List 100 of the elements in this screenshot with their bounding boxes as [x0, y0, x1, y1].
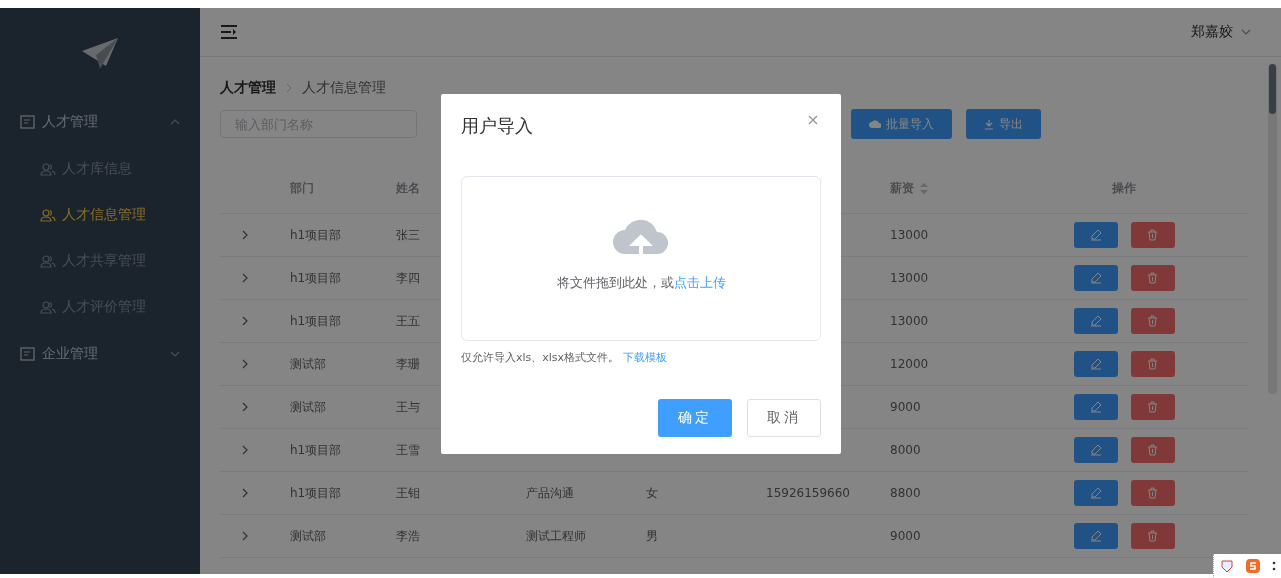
- edit-button[interactable]: [1073, 351, 1118, 377]
- confirm-button[interactable]: 确定: [658, 399, 732, 437]
- table-cell: 8000: [890, 443, 921, 457]
- trash-icon: [1147, 358, 1158, 370]
- menu-item[interactable]: 企业管理: [0, 330, 200, 378]
- table-cell: 张三: [396, 226, 420, 244]
- table-cell: 8800: [890, 486, 921, 500]
- caret-icon: [170, 119, 180, 125]
- edit-button[interactable]: [1073, 308, 1118, 334]
- dialog-title: 用户导入: [461, 114, 533, 138]
- table-cell: 测试部: [290, 355, 326, 373]
- cancel-button[interactable]: 取消: [747, 399, 821, 437]
- folder-icon: [20, 346, 36, 362]
- breadcrumb-item: 人才信息管理: [302, 79, 386, 97]
- table-cell: 李浩: [396, 527, 420, 545]
- table-cell: 测试部: [290, 398, 326, 416]
- import-button[interactable]: 批量导入: [851, 109, 952, 139]
- pencil-icon: [1089, 487, 1102, 499]
- delete-button[interactable]: [1130, 480, 1175, 506]
- folder-icon: [20, 114, 36, 130]
- expand-icon[interactable]: [242, 402, 248, 412]
- submenu-item[interactable]: 人才信息管理: [0, 192, 200, 238]
- user-group-icon: [40, 254, 56, 268]
- delete-button[interactable]: [1130, 351, 1175, 377]
- trash-icon: [1147, 229, 1158, 241]
- pencil-icon: [1089, 272, 1102, 284]
- pencil-icon: [1089, 358, 1102, 370]
- expand-icon[interactable]: [242, 316, 248, 326]
- caret-icon: [1241, 29, 1251, 35]
- table-cell: 李珊: [396, 355, 420, 373]
- table-cell: h1项目部: [290, 269, 342, 287]
- table-cell: h1项目部: [290, 312, 342, 330]
- pencil-icon: [1089, 444, 1102, 456]
- table-cell: 李四: [396, 269, 420, 287]
- upload-link[interactable]: 点击上传: [673, 274, 726, 290]
- table-cell: 产品沟通: [526, 484, 574, 502]
- column-header: 薪资: [890, 179, 914, 197]
- column-header: 部门: [290, 179, 314, 197]
- table-cell: 测试部: [290, 527, 326, 545]
- expand-icon[interactable]: [242, 488, 248, 498]
- expand-icon[interactable]: [242, 230, 248, 240]
- table-cell: 测试工程师: [526, 527, 586, 545]
- expand-icon[interactable]: [242, 531, 248, 541]
- input-method-icon[interactable]: [1244, 558, 1261, 574]
- menu-icon[interactable]: [220, 25, 238, 39]
- expand-icon[interactable]: [242, 273, 248, 283]
- edit-button[interactable]: [1073, 523, 1118, 549]
- trash-icon: [1147, 315, 1158, 327]
- drop-text: 将文件拖到此处，或: [556, 274, 674, 290]
- table-cell: 15926159660: [766, 486, 850, 500]
- edit-button[interactable]: [1073, 222, 1118, 248]
- delete-button[interactable]: [1130, 265, 1175, 291]
- close-icon[interactable]: [808, 115, 818, 125]
- column-header: 姓名: [396, 179, 420, 197]
- user-name[interactable]: 郑嘉姣: [1191, 23, 1233, 41]
- pencil-icon: [1089, 401, 1102, 413]
- table-cell: 王雪: [396, 441, 420, 459]
- delete-button[interactable]: [1130, 222, 1175, 248]
- table-cell: 9000: [890, 400, 921, 414]
- user-group-icon: [40, 208, 56, 222]
- table-cell: h1项目部: [290, 484, 342, 502]
- edit-button[interactable]: [1073, 265, 1118, 291]
- pencil-icon: [1089, 315, 1102, 327]
- delete-button[interactable]: [1130, 394, 1175, 420]
- edit-button[interactable]: [1073, 480, 1118, 506]
- table-cell: 男: [646, 527, 658, 545]
- column-header: 操作: [1112, 179, 1136, 197]
- table-cell: 王与: [396, 398, 420, 416]
- delete-button[interactable]: [1130, 308, 1175, 334]
- scrollbar[interactable]: [1268, 64, 1277, 394]
- table-cell: 13000: [890, 228, 929, 242]
- table-cell: 13000: [890, 314, 929, 328]
- user-group-icon: [40, 162, 56, 176]
- shield-icon[interactable]: [1219, 559, 1234, 573]
- sort-icon[interactable]: [920, 182, 928, 194]
- table-cell: h1项目部: [290, 226, 342, 244]
- table-cell: 9000: [890, 529, 921, 543]
- export-button[interactable]: 导出: [966, 109, 1041, 139]
- expand-icon[interactable]: [242, 445, 248, 455]
- table-cell: 13000: [890, 271, 929, 285]
- edit-button[interactable]: [1073, 394, 1118, 420]
- delete-button[interactable]: [1130, 523, 1175, 549]
- menu-item[interactable]: 人才管理: [0, 98, 200, 146]
- user-group-icon: [40, 300, 56, 314]
- download-icon: [984, 118, 994, 130]
- edit-button[interactable]: [1073, 437, 1118, 463]
- more-icon[interactable]: [1271, 560, 1276, 572]
- upload-drop-area[interactable]: 将文件拖到此处，或点击上传: [461, 176, 821, 341]
- template-link[interactable]: 下载模板: [623, 351, 668, 364]
- caret-icon: [170, 351, 180, 357]
- tip-text: 仅允许导入xls、xlsx格式文件。: [461, 351, 620, 364]
- breadcrumb-item[interactable]: 人才管理: [220, 79, 276, 97]
- expand-icon[interactable]: [242, 359, 248, 369]
- trash-icon: [1147, 401, 1158, 413]
- pencil-icon: [1089, 530, 1102, 542]
- table-cell: 王钼: [396, 484, 420, 502]
- trash-icon: [1147, 444, 1158, 456]
- delete-button[interactable]: [1130, 437, 1175, 463]
- table-cell: 12000: [890, 357, 929, 371]
- table-cell: 女: [646, 484, 658, 502]
